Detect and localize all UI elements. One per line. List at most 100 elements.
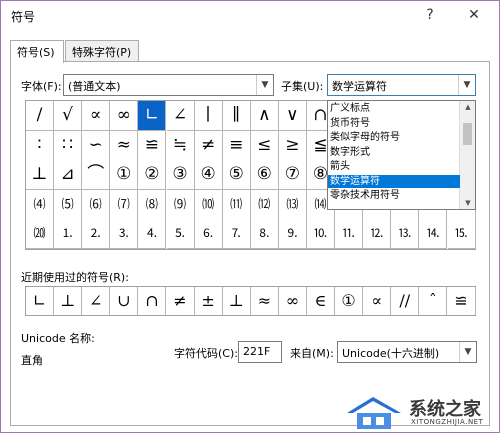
symbol-cell[interactable]: ≈ bbox=[110, 130, 139, 161]
symbol-cell[interactable]: ≥ bbox=[278, 130, 307, 161]
symbol-cell[interactable]: ⑽ bbox=[194, 189, 223, 220]
unicode-name-label: Unicode 名称: bbox=[21, 332, 95, 345]
symbol-cell[interactable]: ⒈ bbox=[54, 219, 83, 250]
subset-option[interactable]: 数字形式 bbox=[328, 146, 460, 159]
tab-symbols[interactable]: 符号(S) bbox=[10, 40, 64, 63]
symbol-cell[interactable]: ⒊ bbox=[110, 219, 139, 250]
symbol-cell[interactable]: ⒓ bbox=[363, 219, 392, 250]
recent-symbol-cell[interactable]: ∪ bbox=[110, 287, 139, 315]
symbol-cell[interactable]: √ bbox=[54, 101, 83, 131]
symbol-cell[interactable]: ⊿ bbox=[54, 160, 83, 191]
symbol-cell[interactable]: ⑦ bbox=[278, 160, 307, 191]
chevron-down-icon[interactable]: ▼ bbox=[256, 75, 273, 95]
symbol-cell[interactable]: ⒒ bbox=[335, 219, 364, 250]
tab-special-characters[interactable]: 特殊字符(P) bbox=[65, 40, 139, 62]
subset-option[interactable]: 货币符号 bbox=[328, 117, 460, 130]
scroll-down-icon[interactable]: ▼ bbox=[460, 197, 476, 209]
subset-option[interactable]: 广义标点 bbox=[328, 102, 460, 115]
symbol-cell[interactable]: ⒋ bbox=[138, 219, 167, 250]
recent-symbol-cell[interactable]: // bbox=[391, 287, 420, 315]
subset-label: 子集(U): bbox=[281, 80, 324, 93]
symbol-cell[interactable]: ⑹ bbox=[82, 189, 111, 220]
symbol-cell[interactable]: ≡ bbox=[222, 130, 251, 161]
recent-symbol-cell[interactable]: ∝ bbox=[363, 287, 392, 315]
symbol-cell[interactable]: ⑺ bbox=[110, 189, 139, 220]
subset-option[interactable]: 箭头 bbox=[328, 160, 460, 173]
char-code-input[interactable]: 221F bbox=[238, 341, 282, 363]
unicode-name-value: 直角 bbox=[21, 354, 43, 367]
recent-symbol-cell[interactable]: ① bbox=[335, 287, 364, 315]
symbol-cell[interactable]: ⑻ bbox=[138, 189, 167, 220]
symbol-cell[interactable]: ∝ bbox=[82, 101, 111, 131]
watermark-subtext: XITONGZHIJIA.NET bbox=[411, 418, 484, 426]
symbol-cell[interactable]: ∧ bbox=[250, 101, 279, 131]
symbol-cell[interactable]: ⒑ bbox=[307, 219, 335, 250]
symbol-cell[interactable]: ⊥ bbox=[26, 160, 54, 191]
symbol-cell[interactable]: ⒔ bbox=[391, 219, 420, 250]
symbol-cell[interactable]: ③ bbox=[166, 160, 195, 191]
symbol-cell[interactable]: ⒇ bbox=[26, 219, 54, 250]
recent-symbol-cell[interactable]: ∠ bbox=[82, 287, 111, 315]
symbol-cell[interactable]: ⒐ bbox=[278, 219, 307, 250]
symbol-cell[interactable]: ⒖ bbox=[447, 219, 476, 250]
chevron-down-icon[interactable]: ▼ bbox=[459, 342, 476, 362]
symbol-cell[interactable]: ≒ bbox=[166, 130, 195, 161]
symbol-cell[interactable]: ∞ bbox=[110, 101, 139, 131]
symbol-cell[interactable]: ∥ bbox=[222, 101, 251, 131]
symbol-cell[interactable]: ② bbox=[138, 160, 167, 191]
symbol-cell[interactable]: ⒉ bbox=[82, 219, 111, 250]
symbol-cell[interactable]: / bbox=[26, 101, 54, 131]
symbol-cell[interactable]: ∟ bbox=[138, 101, 167, 131]
subset-option[interactable]: 零杂技术用符号 bbox=[328, 189, 460, 202]
recent-symbol-cell[interactable]: ∩ bbox=[138, 287, 167, 315]
symbol-cell[interactable]: ⑼ bbox=[166, 189, 195, 220]
symbol-cell[interactable]: ⌒ bbox=[82, 160, 111, 191]
chevron-down-icon[interactable]: ▼ bbox=[458, 75, 475, 95]
symbol-cell[interactable]: ⒏ bbox=[250, 219, 279, 250]
recent-symbol-cell[interactable]: ∞ bbox=[279, 287, 307, 315]
symbol-cell[interactable]: ⒌ bbox=[166, 219, 195, 250]
subset-select[interactable]: 数学运算符 ▼ bbox=[327, 74, 476, 96]
recent-symbol-cell[interactable]: ∟ bbox=[26, 287, 54, 315]
symbol-cell[interactable]: ≌ bbox=[138, 130, 167, 161]
symbol-cell[interactable]: ≠ bbox=[194, 130, 223, 161]
close-button[interactable]: ✕ bbox=[463, 5, 485, 25]
symbol-cell[interactable]: ⑥ bbox=[250, 160, 279, 191]
scroll-up-icon[interactable]: ▲ bbox=[460, 101, 476, 113]
font-select[interactable]: (普通文本) ▼ bbox=[63, 74, 274, 96]
symbol-cell[interactable]: ⑤ bbox=[222, 160, 251, 191]
symbol-cell[interactable]: ≤ bbox=[250, 130, 279, 161]
symbols-panel: 字体(F): (普通文本) ▼ 子集(U): 数学运算符 ▼ / √ ∝ ∞ ∟ ∠ ∣ ∥ ∧… bbox=[10, 61, 490, 426]
symbol-cell[interactable]: ⑷ bbox=[26, 189, 54, 220]
from-select[interactable]: Unicode(十六进制) ▼ bbox=[337, 341, 477, 363]
symbol-cell[interactable]: ∣ bbox=[194, 101, 223, 131]
symbol-cell[interactable]: ⒍ bbox=[194, 219, 223, 250]
symbol-cell[interactable]: ∠ bbox=[166, 101, 195, 131]
recent-symbol-cell[interactable]: ≠ bbox=[167, 287, 195, 315]
symbol-cell[interactable]: ⑾ bbox=[222, 189, 251, 220]
symbol-cell[interactable]: ∷ bbox=[54, 130, 83, 161]
watermark: 系统之家 XITONGZHIJIA.NET bbox=[341, 391, 500, 433]
recent-symbol-cell[interactable]: ⊥ bbox=[54, 287, 83, 315]
recent-symbol-cell[interactable]: ˆ bbox=[419, 287, 448, 315]
symbol-cell[interactable]: ⒎ bbox=[222, 219, 251, 250]
symbol-cell[interactable]: ⒕ bbox=[419, 219, 448, 250]
symbol-cell[interactable]: ∽ bbox=[82, 130, 111, 161]
subset-option[interactable]: 数学运算符 bbox=[328, 174, 460, 188]
recent-symbol-cell[interactable]: ± bbox=[195, 287, 223, 315]
subset-option[interactable]: 类似字母的符号 bbox=[328, 131, 460, 144]
recent-symbol-cell[interactable]: ∈ bbox=[307, 287, 335, 315]
recent-symbol-cell[interactable]: ⊥ bbox=[223, 287, 251, 315]
recent-symbol-cell[interactable]: ≈ bbox=[251, 287, 279, 315]
dropdown-scrollbar[interactable]: ▲ ▼ bbox=[459, 101, 475, 209]
scroll-thumb[interactable] bbox=[463, 123, 472, 145]
symbol-cell[interactable]: ∶ bbox=[26, 130, 54, 161]
recent-symbol-cell[interactable]: ≌ bbox=[448, 287, 476, 315]
symbol-cell[interactable]: ∨ bbox=[278, 101, 307, 131]
symbol-cell[interactable]: ① bbox=[110, 160, 139, 191]
symbol-cell[interactable]: ⑿ bbox=[250, 189, 279, 220]
symbol-cell[interactable]: ⑸ bbox=[54, 189, 83, 220]
symbol-cell[interactable]: ④ bbox=[194, 160, 223, 191]
symbol-cell[interactable]: ⒀ bbox=[278, 189, 307, 220]
help-button[interactable]: ? bbox=[419, 5, 441, 25]
